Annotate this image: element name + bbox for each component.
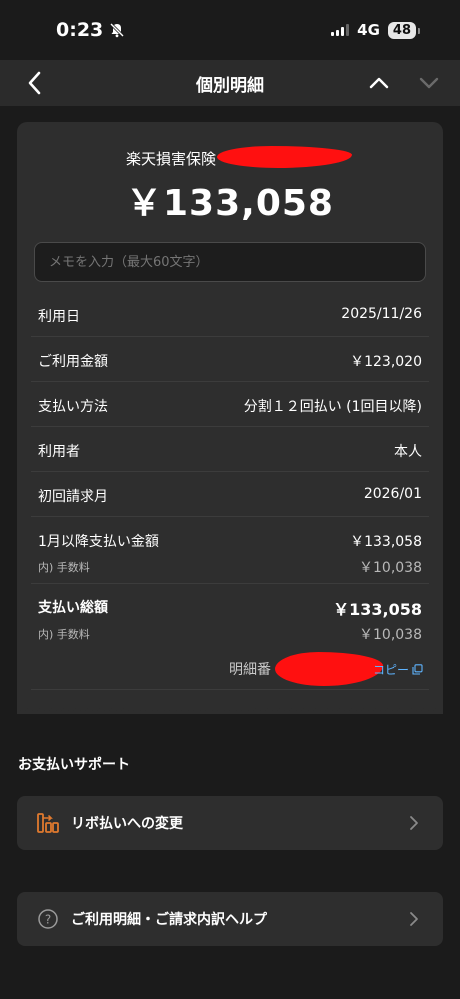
statement-detail-card: 楽天損害保険 ￥133,058 利用日 2025/11/26 ご利用金額 ￥12… [17, 122, 443, 714]
page-title: 個別明細 [196, 75, 264, 96]
revolving-payment-change-button[interactable]: リボ払いへの変更 [17, 796, 443, 850]
fee-label: 内) 手数料 [38, 561, 90, 574]
row-label: 初回請求月 [38, 489, 108, 505]
payment-support-heading: お支払いサポート [18, 757, 130, 773]
row-value: 2026/01 [363, 486, 422, 502]
row-label: 支払い方法 [38, 399, 108, 415]
row-value: 分割１２回払い (1回目以降) [243, 399, 422, 415]
nav-bar: 個別明細 [0, 60, 460, 106]
fee-value: ￥10,038 [359, 560, 422, 576]
row-label: 利用者 [38, 444, 80, 460]
back-chevron-icon[interactable] [24, 70, 46, 96]
copy-label: コピー [373, 663, 410, 677]
detail-row-payment-method: 支払い方法 分割１２回払い (1回目以降) [31, 382, 429, 427]
row-label: 支払い総額 [38, 600, 108, 616]
row-value: ￥133,058 [350, 534, 422, 550]
chevron-right-icon [410, 816, 418, 830]
status-indicators: 4G 48 [331, 21, 421, 39]
memo-input[interactable] [34, 242, 426, 282]
cellular-signal-icon [331, 24, 350, 36]
reference-number-label: 明細番 [229, 662, 271, 678]
total-amount: ￥133,058 [126, 183, 334, 224]
row-value: 2025/11/26 [341, 306, 422, 322]
battery-icon: 48 [387, 21, 421, 39]
row-label: 利用日 [38, 309, 80, 325]
fee-value: ￥10,038 [359, 627, 422, 643]
row-value: 本人 [394, 444, 422, 460]
detail-row-total-payment: 支払い総額 ￥133,058 内) 手数料 ￥10,038 [31, 584, 429, 650]
detail-row-first-billing-month: 初回請求月 2026/01 [31, 472, 429, 517]
copy-button[interactable]: コピー [373, 661, 423, 678]
detail-row-usage-amount: ご利用金額 ￥123,020 [31, 337, 429, 382]
next-chevron-down-icon[interactable] [418, 72, 440, 94]
copy-icon [412, 664, 423, 675]
help-question-icon: ? [38, 909, 58, 929]
statement-help-label: ご利用明細・ご請求内訳ヘルプ [71, 912, 267, 928]
status-time: 0:23 [56, 19, 125, 41]
statement-help-button[interactable]: ? ご利用明細・ご請求内訳ヘルプ [17, 892, 443, 946]
row-value: ￥133,058 [333, 600, 422, 619]
detail-row-monthly-payment: 1月以降支払い金額 ￥133,058 内) 手数料 ￥10,038 [31, 517, 429, 584]
row-label: ご利用金額 [38, 354, 108, 370]
previous-chevron-up-icon[interactable] [368, 72, 390, 94]
row-value: ￥123,020 [350, 354, 422, 370]
bell-muted-icon [110, 22, 125, 38]
divider [31, 689, 429, 690]
merchant-label: 楽天損害保険 [125, 150, 216, 168]
redaction-mark [275, 652, 383, 686]
detail-row-user: 利用者 本人 [31, 427, 429, 472]
row-label: 1月以降支払い金額 [38, 534, 159, 550]
fee-label: 内) 手数料 [38, 628, 90, 641]
clock: 0:23 [56, 19, 104, 41]
network-type: 4G [357, 21, 380, 39]
status-bar: 0:23 4G 48 [0, 0, 460, 60]
revolving-payment-label: リボ払いへの変更 [71, 816, 183, 832]
detail-row-usage-date: 利用日 2025/11/26 [31, 292, 429, 337]
card-scalloped-edge [17, 706, 443, 712]
revolving-payment-icon [37, 813, 59, 833]
svg-text:?: ? [45, 913, 51, 927]
chevron-right-icon [410, 912, 418, 926]
